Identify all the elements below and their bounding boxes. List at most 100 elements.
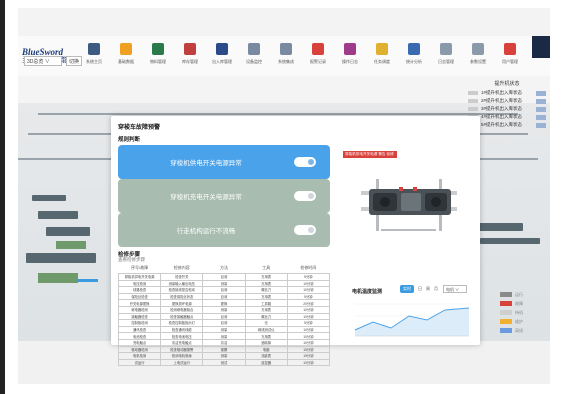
table-row: 开关电源更换 更换损坏电源 更换 工具箱 20分钟 [117,299,331,307]
toolbar-button[interactable]: 基础数据 [110,40,142,74]
rule-label: 穿梭机充电开关电源异常 [170,194,242,201]
table-cell: 检查驱动器报警 [160,345,204,354]
legend-status-box [536,106,546,112]
status-label: 运行 [515,291,523,297]
table-cell: 螺丝刀 [244,312,288,321]
toolbar-button[interactable]: 出入库管理 [206,40,238,74]
table-cell: 检查接线是否松动 [160,286,204,294]
table-row: 继电器检测 检测继电器吸合 测量 万用表 10分钟 [117,305,331,314]
table-cell: 线路检查 [117,286,162,294]
table-cell: 万用表 [244,305,288,314]
temperature-curve-chart [354,303,470,337]
table-cell: 10分钟 [286,286,331,294]
toolbar-button[interactable]: 物料管理 [142,40,174,74]
table-cell: 检测继电器吸合 [160,305,204,314]
table-cell: 无 [244,319,288,327]
status-label: 故障 [515,300,523,306]
legend-label: 3#提升机出入库状态 [481,106,523,111]
shuttle-3d-model[interactable] [341,149,469,249]
table-cell: 观察 [202,345,246,354]
legend-row[interactable]: 2#提升机出入库状态 [468,97,546,105]
curve-tab[interactable]: 日 [418,286,422,292]
legend-status-box [536,90,546,96]
rule-toggle[interactable] [294,157,316,167]
toolbar-button[interactable]: 系统集成 [270,40,302,74]
table-cell: 更换损坏电源 [160,299,204,307]
table-cell: 网线测试仪 [244,325,288,334]
table-cell: 万用表 [244,273,288,281]
legend-label: 5#提升机出入库状态 [481,122,523,127]
legend-row[interactable]: 1#提升机出入库状态 [468,89,546,97]
toolbar-button[interactable]: 参数设置 [462,40,494,74]
rule-item[interactable]: 行走机构运行不流畅 [118,213,330,247]
table-cell: 5分钟 [286,319,331,327]
status-label: 待机 [515,309,523,315]
view-switch-button[interactable]: 切换 [66,56,82,66]
fault-location-tag: 穿梭机供电开关电源 警告 检修 [343,151,397,158]
toolbar-button[interactable]: 任务调度 [366,40,398,74]
toolbar-button-label: 参数设置 [470,59,486,64]
status-swatch [500,328,512,333]
status-swatch [500,310,512,315]
legend-line-icon [468,91,478,95]
table-cell: 电池检查 [117,332,162,340]
table-cell: 10分钟 [286,358,331,367]
table-cell: 测量 [202,305,246,314]
table-cell: 酒精棉 [244,338,288,347]
curve-tab[interactable]: 月 [434,286,438,292]
toolbar-button[interactable]: 统计分析 [398,40,430,74]
scene-machine [473,223,523,231]
table-cell: 检测电机绝缘 [160,352,204,360]
table-row: 线路检查 检查接线是否松动 目测 螺丝刀 10分钟 [117,286,331,294]
table-cell: 驱动器检测 [117,345,162,354]
toolbar-button[interactable]: 库存管理 [174,40,206,74]
rule-item[interactable]: 穿梭机供电开关电源异常 [118,145,330,179]
toolbar-button-label: 库存管理 [182,59,198,64]
table-row: 保险丝检查 检查保险丝状态 目测 万用表 5分钟 [117,292,331,301]
curve-tab[interactable]: 实时 [400,285,414,293]
table-header: 方法 [202,263,246,274]
alert-icon [312,43,324,55]
scene-machine [32,195,66,201]
toolbar-button[interactable]: 系统主页 [78,40,110,74]
table-row: 接触器检查 检查接触器触点 目测 螺丝刀 10分钟 [117,312,331,321]
toolbar-button-label: 统计分析 [406,59,422,64]
toolbar-button[interactable]: 报警记录 [302,40,334,74]
table-cell: 上电试运行 [160,358,204,367]
table-cell: 接触器检查 [117,312,162,321]
table-row: 通讯检查 检查通讯线缆 测量 网线测试仪 10分钟 [117,325,331,334]
table-cell: 15分钟 [286,345,331,354]
table-cell: 电机检测 [117,352,162,360]
toolbar-button[interactable]: 用户管理 [494,40,526,74]
table-cell: 测量 [202,279,246,288]
rule-toggle[interactable] [294,191,316,201]
table-cell: 目测 [202,319,246,327]
log-icon [344,43,356,55]
table-cell: 10分钟 [286,332,331,340]
toolbar-button-label: 报警记录 [310,59,326,64]
screenshot-frame: BlueSword 兰 剑 智 能 系统主页基础数据物料管理库存管理出入库管理设… [18,8,550,384]
rule-item[interactable]: 穿梭机充电开关电源异常 [118,179,330,213]
dialog-title: 穿梭车故障预警 [118,125,161,131]
toolbar-button[interactable]: 设备监控 [238,40,270,74]
status-swatch [500,292,512,297]
table-cell: 10分钟 [286,305,331,314]
minimap-thumbnail[interactable] [532,36,550,58]
table-row: 控制板检测 检查控制板指示灯 目测无 5分钟 [117,319,331,327]
table-cell: 10分钟 [286,338,331,347]
scene-marker [78,279,98,282]
toolbar-button[interactable]: 日志管理 [430,40,462,74]
table-cell: 检查控制板指示灯 [160,319,204,327]
clipboard-icon [472,43,484,55]
curve-select[interactable]: 电机 ∨ [443,285,467,293]
top-toolbar: BlueSword 兰 剑 智 能 系统主页基础数据物料管理库存管理出入库管理设… [18,36,550,77]
table-header: 工具 [245,263,288,274]
toolbar-button[interactable]: 操作日志 [334,40,366,74]
scene-select[interactable]: 3D总览 ∨ [24,56,62,66]
robot-icon [216,43,228,55]
legend-row[interactable]: 3#提升机出入库状态 [468,105,546,113]
curve-tab[interactable]: 周 [426,286,430,292]
status-legend-row: 维护 [500,317,546,326]
table-header: 检修时间 [287,263,330,274]
rule-toggle[interactable] [294,225,316,235]
